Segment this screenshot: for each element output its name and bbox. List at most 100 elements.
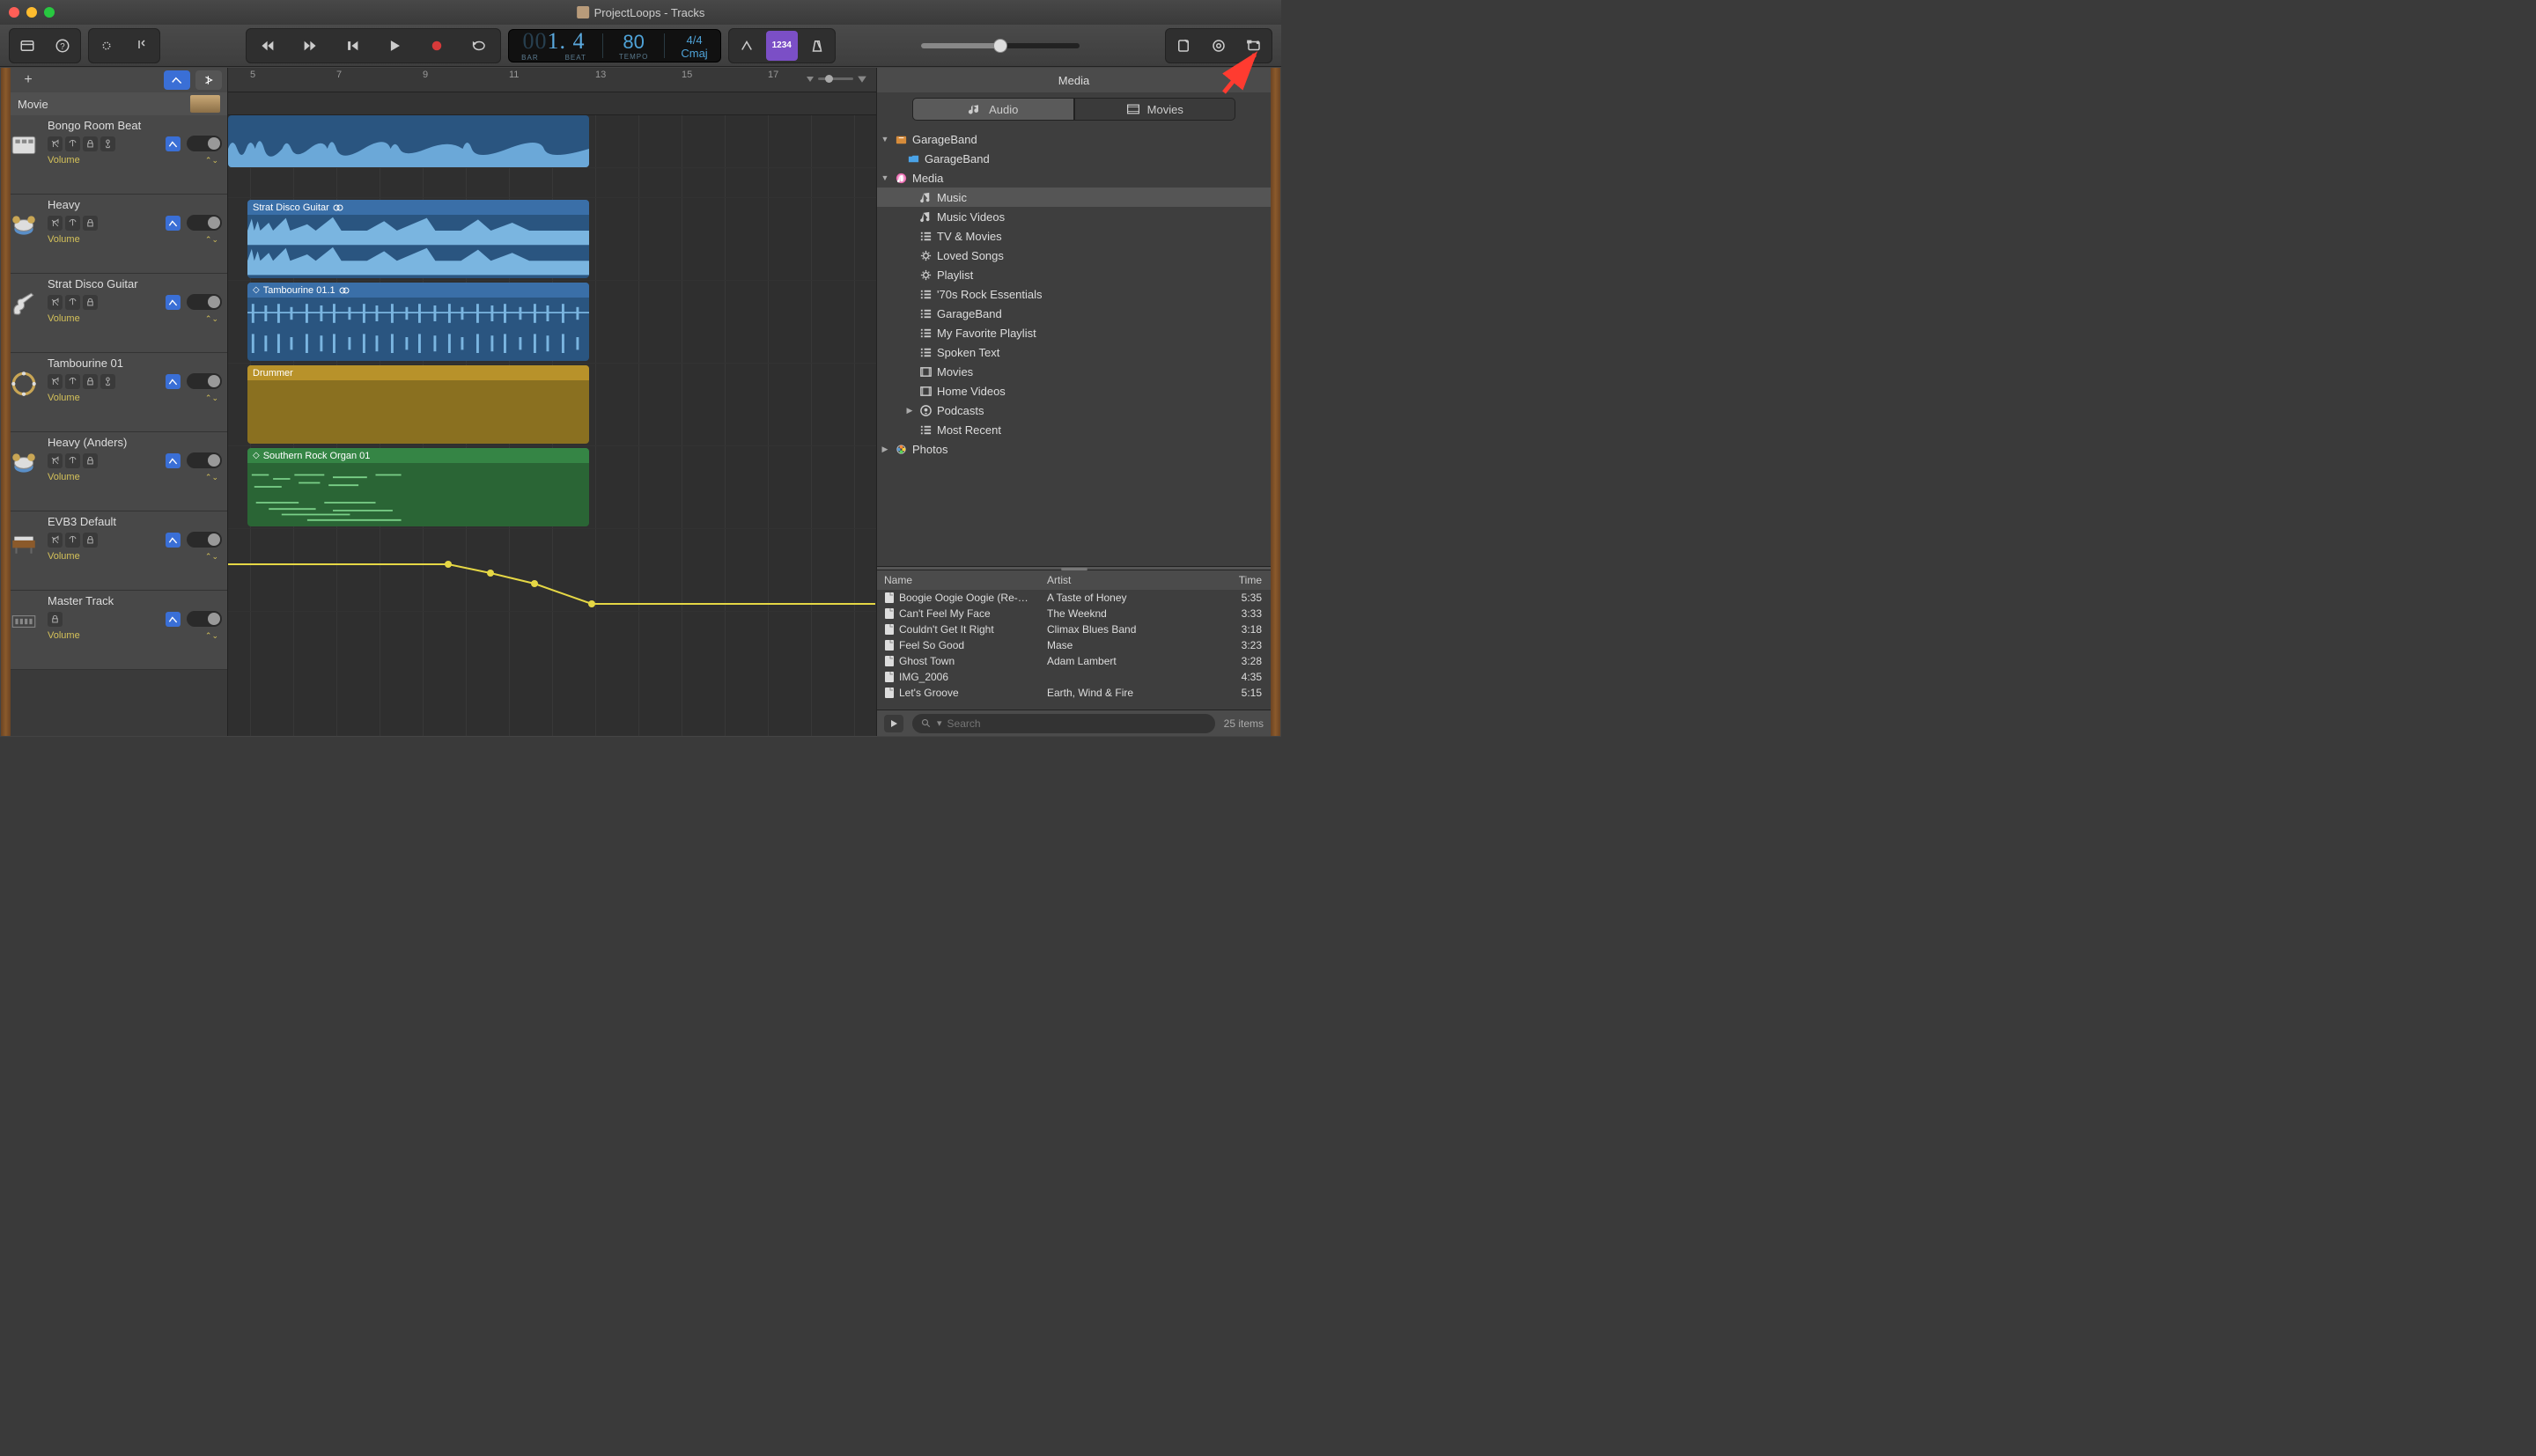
song-row[interactable]: Let's GrooveEarth, Wind & Fire5:15: [877, 685, 1271, 701]
song-row[interactable]: Ghost TownAdam Lambert3:28: [877, 653, 1271, 669]
tree-item[interactable]: ▼GarageBand: [877, 129, 1271, 149]
close-window[interactable]: [9, 7, 19, 18]
enable-toggle[interactable]: [187, 452, 222, 468]
play-button[interactable]: [375, 31, 414, 61]
tree-item[interactable]: Music Videos: [877, 207, 1271, 226]
tree-item[interactable]: GarageBand: [877, 304, 1271, 323]
automation-mode-button[interactable]: [166, 374, 181, 389]
tree-item[interactable]: My Favorite Playlist: [877, 323, 1271, 342]
automation-mode-button[interactable]: [166, 612, 181, 627]
editors-button[interactable]: [126, 31, 158, 61]
ruler[interactable]: 57911131517: [228, 68, 876, 92]
automation-mode-button[interactable]: [166, 136, 181, 151]
smart-controls-button[interactable]: [91, 31, 122, 61]
track-name[interactable]: Bongo Room Beat: [48, 119, 222, 132]
help-button[interactable]: ?: [47, 31, 78, 61]
tree-item[interactable]: ▶Podcasts: [877, 401, 1271, 420]
automation-button[interactable]: [164, 70, 190, 90]
tree-item[interactable]: Movies: [877, 362, 1271, 381]
zoom-window[interactable]: [44, 7, 55, 18]
lock-button[interactable]: [83, 295, 98, 310]
tab-audio[interactable]: Audio: [912, 98, 1074, 121]
enable-toggle[interactable]: [187, 136, 222, 151]
enable-toggle[interactable]: [187, 215, 222, 231]
lcd-key[interactable]: Cmaj: [681, 48, 707, 59]
automation-param[interactable]: Volume⌃⌄: [48, 393, 222, 403]
catch-button[interactable]: [195, 70, 222, 90]
movie-track[interactable]: Movie: [11, 92, 227, 115]
automation-param[interactable]: Volume⌃⌄: [48, 155, 222, 165]
zoom-slider[interactable]: [806, 73, 867, 84]
automation-mode-button[interactable]: [166, 533, 181, 548]
automation-param[interactable]: Volume⌃⌄: [48, 630, 222, 641]
media-browser-button[interactable]: [1238, 31, 1270, 61]
automation-param[interactable]: Volume⌃⌄: [48, 313, 222, 324]
song-row[interactable]: Boogie Oogie Oogie (Re-…A Taste of Honey…: [877, 590, 1271, 606]
track-row[interactable]: Heavy Volume⌃⌄: [11, 195, 227, 274]
tree-item[interactable]: Home Videos: [877, 381, 1271, 401]
automation-param[interactable]: Volume⌃⌄: [48, 472, 222, 482]
solo-button[interactable]: [65, 136, 80, 151]
input-button[interactable]: [100, 136, 115, 151]
automation-mode-button[interactable]: [166, 216, 181, 231]
track-row[interactable]: Heavy (Anders) Volume⌃⌄: [11, 432, 227, 511]
lock-button[interactable]: [48, 612, 63, 627]
forward-button[interactable]: [291, 31, 329, 61]
track-row[interactable]: Tambourine 01 Volume⌃⌄: [11, 353, 227, 432]
search-input[interactable]: [947, 717, 1206, 730]
lcd-sig[interactable]: 4/4: [686, 34, 702, 46]
song-row[interactable]: Couldn't Get It RightClimax Blues Band3:…: [877, 621, 1271, 637]
tree-item[interactable]: TV & Movies: [877, 226, 1271, 246]
song-row[interactable]: Can't Feel My FaceThe Weeknd3:33: [877, 606, 1271, 621]
tab-movies[interactable]: Movies: [1074, 98, 1236, 121]
enable-toggle[interactable]: [187, 294, 222, 310]
track-name[interactable]: Heavy: [48, 198, 222, 211]
tree-item[interactable]: Playlist: [877, 265, 1271, 284]
record-button[interactable]: [417, 31, 456, 61]
tree-item[interactable]: Loved Songs: [877, 246, 1271, 265]
tree-item[interactable]: Music: [877, 188, 1271, 207]
track-name[interactable]: Strat Disco Guitar: [48, 277, 222, 290]
mute-button[interactable]: [48, 374, 63, 389]
metronome-button[interactable]: [801, 31, 833, 61]
solo-button[interactable]: [65, 374, 80, 389]
lock-button[interactable]: [83, 136, 98, 151]
input-button[interactable]: [100, 374, 115, 389]
library-button[interactable]: [11, 31, 43, 61]
automation-mode-button[interactable]: [166, 295, 181, 310]
automation-param[interactable]: Volume⌃⌄: [48, 234, 222, 245]
solo-button[interactable]: [65, 453, 80, 468]
minimize-window[interactable]: [26, 7, 37, 18]
track-row[interactable]: Strat Disco Guitar Volume⌃⌄: [11, 274, 227, 353]
enable-toggle[interactable]: [187, 532, 222, 548]
add-track-button[interactable]: +: [16, 70, 41, 90]
song-row[interactable]: IMG_20064:35: [877, 669, 1271, 685]
mute-button[interactable]: [48, 216, 63, 231]
automation-param[interactable]: Volume⌃⌄: [48, 551, 222, 562]
tree-item[interactable]: ▶Photos: [877, 439, 1271, 459]
solo-button[interactable]: [65, 216, 80, 231]
loop-browser-button[interactable]: [1203, 31, 1235, 61]
rewind-button[interactable]: [248, 31, 287, 61]
stop-button[interactable]: [333, 31, 372, 61]
enable-toggle[interactable]: [187, 373, 222, 389]
lock-button[interactable]: [83, 374, 98, 389]
track-name[interactable]: Heavy (Anders): [48, 436, 222, 449]
lcd-display[interactable]: 001. 4 BARBEAT 80TEMPO 4/4Cmaj: [508, 29, 721, 63]
track-row[interactable]: Bongo Room Beat Volume⌃⌄: [11, 115, 227, 195]
tree-item[interactable]: '70s Rock Essentials: [877, 284, 1271, 304]
lock-button[interactable]: [83, 453, 98, 468]
tree-item[interactable]: ▼Media: [877, 168, 1271, 188]
track-row[interactable]: EVB3 Default Volume⌃⌄: [11, 511, 227, 591]
cycle-button[interactable]: [460, 31, 498, 61]
notepad-button[interactable]: [1168, 31, 1199, 61]
enable-toggle[interactable]: [187, 611, 222, 627]
mute-button[interactable]: [48, 453, 63, 468]
automation-mode-button[interactable]: [166, 453, 181, 468]
solo-button[interactable]: [65, 295, 80, 310]
mute-button[interactable]: [48, 295, 63, 310]
countin-button[interactable]: 1234: [766, 31, 798, 61]
track-name[interactable]: Master Track: [48, 594, 222, 607]
mute-button[interactable]: [48, 533, 63, 548]
track-name[interactable]: EVB3 Default: [48, 515, 222, 528]
